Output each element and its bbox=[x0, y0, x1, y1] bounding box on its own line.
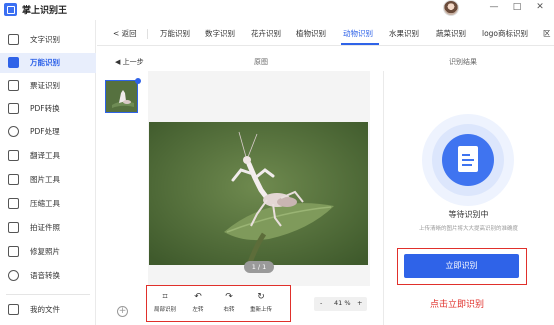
sidebar-item-label: PDF转换 bbox=[30, 104, 60, 113]
title-bar: 掌上识别王 — □ ✕ bbox=[0, 0, 554, 20]
sidebar-item-compress[interactable]: 压缩工具 bbox=[0, 194, 96, 214]
annotation-hint: 点击立即识别 bbox=[430, 300, 485, 310]
id-photo-icon bbox=[8, 222, 19, 233]
sidebar-item-translate[interactable]: 翻译工具 bbox=[0, 146, 96, 166]
repair-photo-icon bbox=[8, 246, 19, 257]
app-title: 掌上识别王 bbox=[22, 6, 68, 16]
tab-more[interactable]: 区 bbox=[543, 28, 551, 39]
sidebar-item-image-tools[interactable]: 图片工具 bbox=[0, 170, 96, 190]
rotate-right-icon: ↷ bbox=[225, 292, 233, 302]
page-indicator: 1 / 1 bbox=[244, 261, 274, 273]
add-image-button[interactable]: + bbox=[117, 306, 128, 317]
text-recognition-icon bbox=[8, 34, 19, 45]
sidebar-item-label: 万能识别 bbox=[30, 58, 60, 67]
sidebar-divider bbox=[6, 294, 90, 295]
sidebar-item-label: 语音转换 bbox=[30, 271, 60, 280]
thumbnail-column: + bbox=[100, 72, 144, 325]
status-text: 等待识别中 bbox=[448, 210, 489, 219]
tab-fruit[interactable]: 水果识别 bbox=[389, 28, 419, 39]
compress-icon bbox=[8, 198, 19, 209]
pdf-process-icon bbox=[8, 126, 19, 137]
voice-icon bbox=[8, 270, 19, 281]
sidebar-item-label: 修复照片 bbox=[30, 247, 60, 256]
zoom-level: 41 % bbox=[334, 299, 351, 307]
original-image-title: 原图 bbox=[254, 58, 268, 66]
status-subtitle: 上传清晰的图片将大大提高识别的准确度 bbox=[418, 226, 518, 232]
sidebar-item-label: 翻译工具 bbox=[30, 151, 60, 160]
sidebar-item-id-photo[interactable]: 拍证件照 bbox=[0, 218, 96, 238]
sidebar-item-label: 文字识别 bbox=[30, 35, 60, 44]
thumbnail-remove-icon[interactable] bbox=[135, 78, 141, 84]
my-files-icon bbox=[8, 304, 19, 315]
close-button[interactable]: ✕ bbox=[533, 2, 547, 12]
tab-animal[interactable]: 动物识别 bbox=[343, 28, 373, 39]
reupload-button[interactable]: ↻ 重新上传 bbox=[244, 292, 278, 313]
tab-number[interactable]: 数字识别 bbox=[205, 28, 235, 39]
rotate-left-icon: ↶ bbox=[194, 292, 202, 302]
sidebar-item-universal-recognition[interactable]: 万能识别 bbox=[0, 53, 96, 73]
zoom-control: - 41 % + bbox=[314, 297, 367, 311]
image-thumbnail[interactable] bbox=[105, 80, 138, 113]
sidebar-item-label: PDF处理 bbox=[30, 127, 60, 136]
minimize-button[interactable]: — bbox=[487, 2, 501, 12]
sidebar-item-text-recognition[interactable]: 文字识别 bbox=[0, 30, 96, 50]
recognize-now-button[interactable]: 立即识别 bbox=[404, 254, 519, 278]
rotate-left-button[interactable]: ↶ 左转 bbox=[181, 292, 215, 313]
tab-logo[interactable]: logo商标识别 bbox=[482, 28, 528, 39]
sidebar-item-repair-photo[interactable]: 修复照片 bbox=[0, 242, 96, 262]
reupload-icon: ↻ bbox=[257, 292, 265, 302]
sidebar-item-label: 我的文件 bbox=[30, 305, 60, 314]
zoom-in-button[interactable]: + bbox=[357, 299, 362, 307]
tool-label: 重新上传 bbox=[249, 307, 272, 313]
sidebar-item-label: 拍证件照 bbox=[30, 223, 60, 232]
crop-icon: ⌗ bbox=[162, 292, 168, 302]
ticket-icon bbox=[8, 80, 19, 91]
tab-divider bbox=[147, 29, 148, 39]
sidebar-item-voice[interactable]: 语音转换 bbox=[0, 266, 96, 286]
sidebar-item-label: 压缩工具 bbox=[30, 199, 60, 208]
tool-label: 右转 bbox=[223, 307, 235, 313]
sidebar-item-my-files[interactable]: 我的文件 bbox=[0, 300, 96, 320]
maximize-button[interactable]: □ bbox=[510, 2, 524, 12]
sidebar-item-pdf-convert[interactable]: PDF转换 bbox=[0, 99, 96, 119]
sidebar-item-label: 图片工具 bbox=[30, 175, 60, 184]
sidebar-item-pdf-process[interactable]: PDF处理 bbox=[0, 122, 96, 142]
tab-universal[interactable]: 万能识别 bbox=[160, 28, 190, 39]
sidebar-item-ticket-recognition[interactable]: 票证识别 bbox=[0, 76, 96, 96]
back-link[interactable]: < 返回 bbox=[113, 28, 137, 39]
crop-recognition-button[interactable]: ⌗ 局部识别 bbox=[148, 292, 182, 313]
active-tab-indicator bbox=[341, 43, 379, 45]
rotate-right-button[interactable]: ↷ 右转 bbox=[212, 292, 246, 313]
user-avatar[interactable] bbox=[443, 0, 459, 16]
tool-label: 左转 bbox=[192, 307, 204, 313]
result-title: 识别结果 bbox=[449, 58, 477, 66]
image-tool-icon bbox=[8, 174, 19, 185]
zoom-out-button[interactable]: - bbox=[320, 299, 322, 307]
sidebar: 文字识别 万能识别 票证识别 PDF转换 PDF处理 翻译工具 图片工具 压缩工… bbox=[0, 20, 96, 325]
pdf-convert-icon bbox=[8, 103, 19, 114]
sidebar-item-label: 票证识别 bbox=[30, 81, 60, 90]
recognition-tabs: < 返回 万能识别 数字识别 花卉识别 植物识别 动物识别 水果识别 蔬菜识别 … bbox=[97, 24, 554, 46]
tab-flower[interactable]: 花卉识别 bbox=[251, 28, 281, 39]
previous-step-button[interactable]: ◀ 上一步 bbox=[115, 57, 144, 67]
tool-label: 局部识别 bbox=[153, 307, 176, 313]
uploaded-photo bbox=[149, 122, 368, 265]
document-icon bbox=[458, 146, 478, 172]
translate-icon bbox=[8, 150, 19, 161]
tab-vegetable[interactable]: 蔬菜识别 bbox=[436, 28, 466, 39]
tab-plant[interactable]: 植物识别 bbox=[296, 28, 326, 39]
app-logo-icon bbox=[4, 3, 17, 16]
camera-icon bbox=[8, 57, 19, 68]
